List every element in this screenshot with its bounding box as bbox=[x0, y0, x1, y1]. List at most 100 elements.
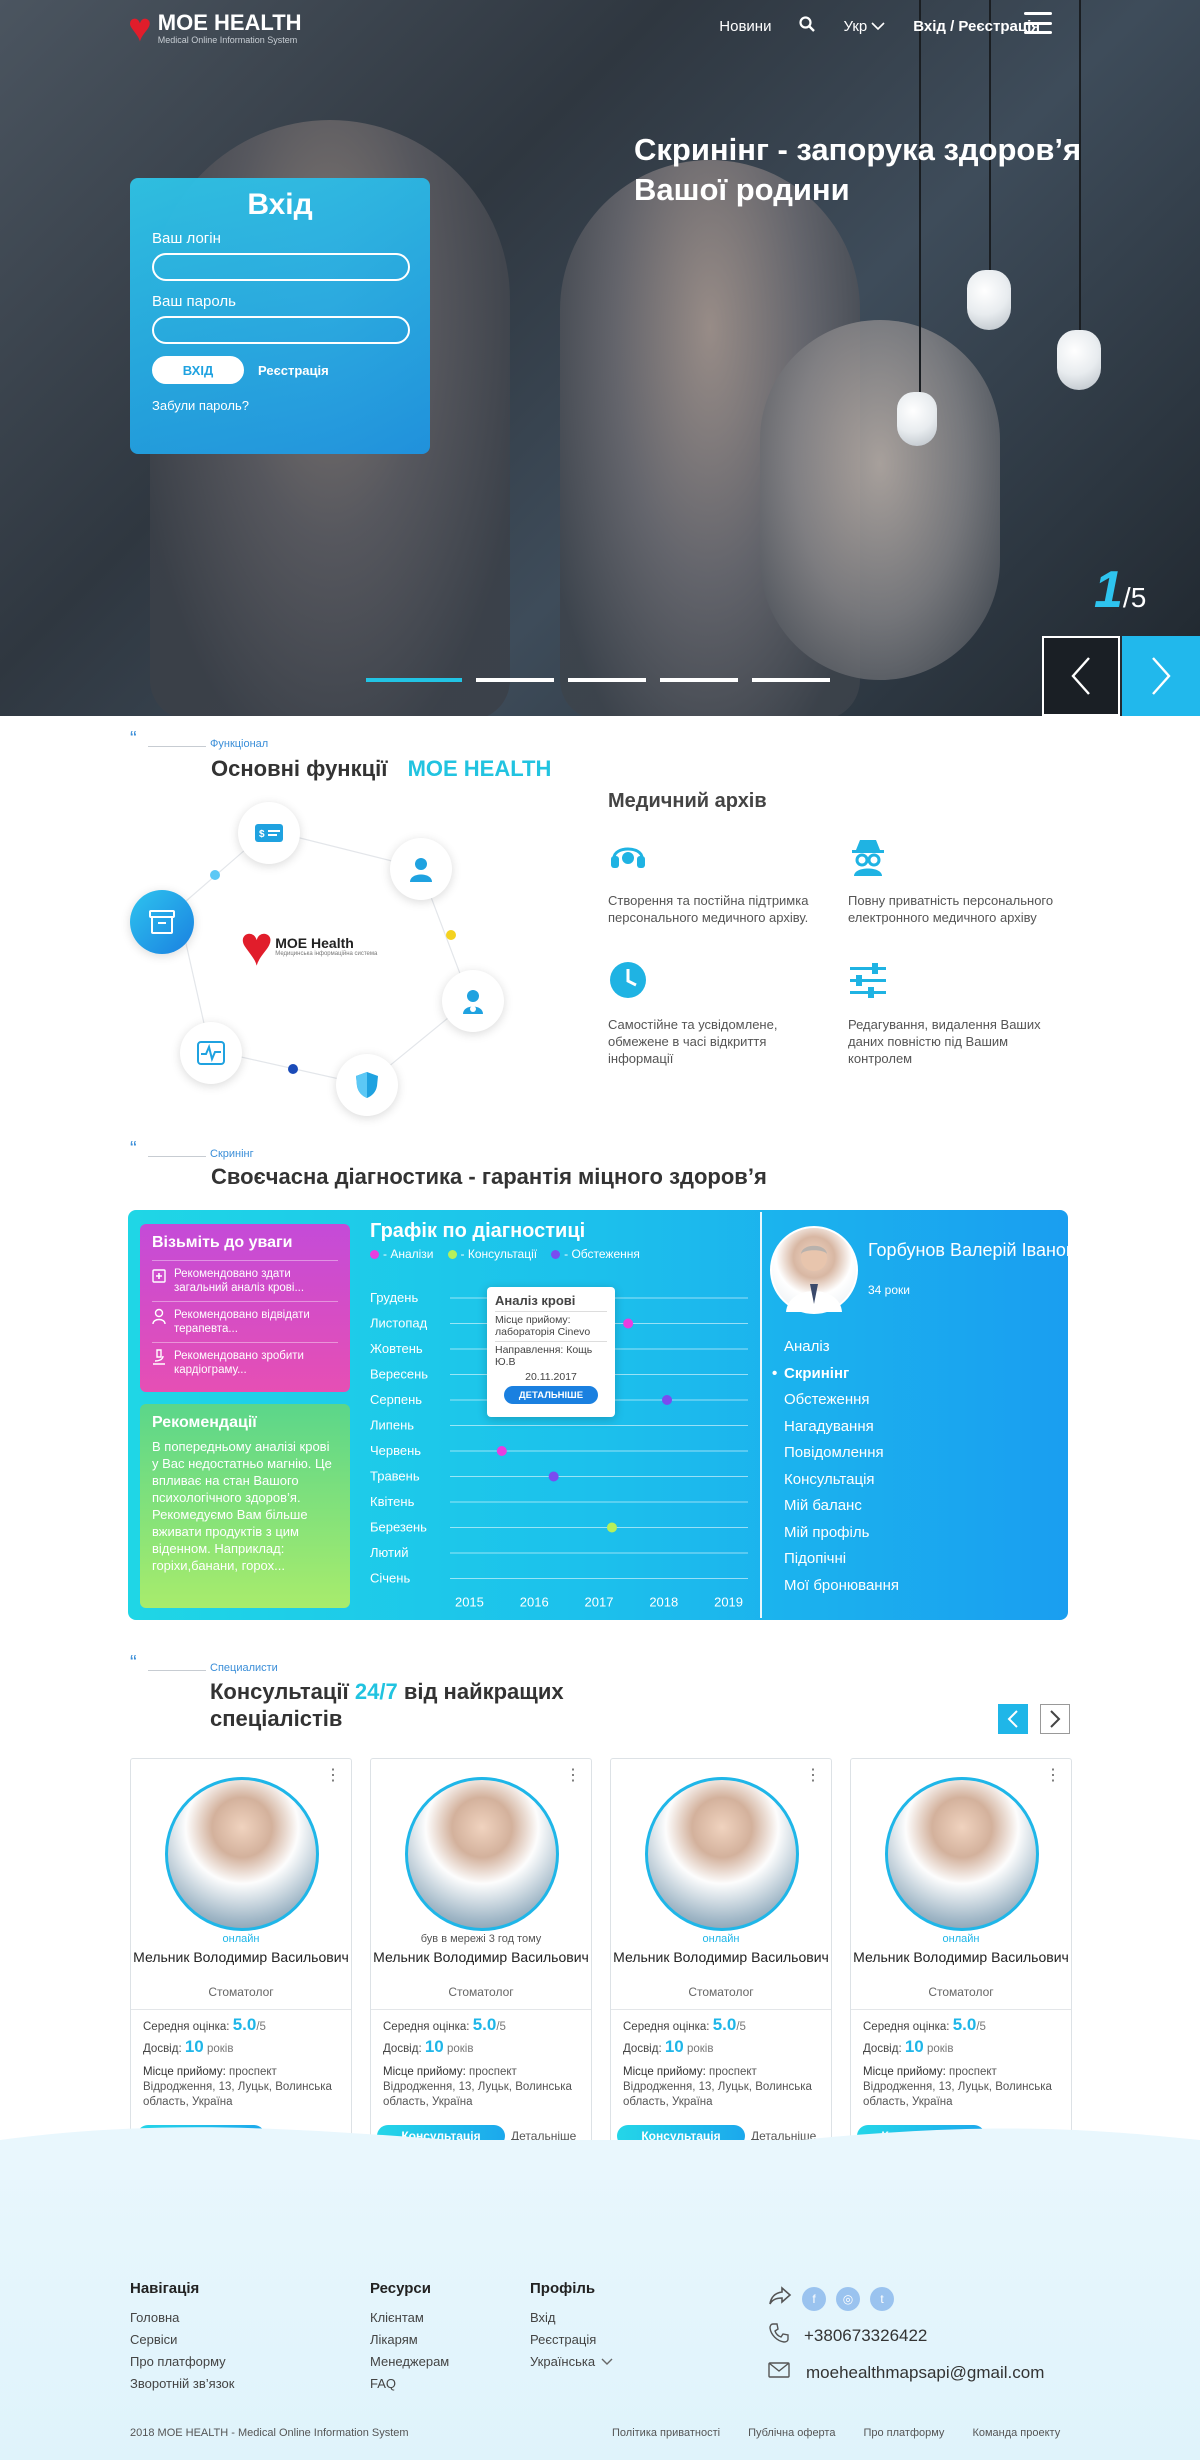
slider-prev-button[interactable] bbox=[1042, 636, 1120, 716]
attention-item[interactable]: Рекомендовано відвідати терапевта... bbox=[152, 1301, 338, 1342]
avatar[interactable] bbox=[885, 1777, 1039, 1931]
slider-next-button[interactable] bbox=[1122, 636, 1200, 716]
rating-max: /5 bbox=[496, 2021, 506, 2033]
experience-value: 10 bbox=[424, 2037, 444, 2056]
footer-link[interactable]: Сервіси bbox=[130, 2329, 234, 2351]
slider-dot[interactable] bbox=[366, 678, 462, 682]
project-team-link[interactable]: Команда проекту bbox=[972, 2427, 1060, 2439]
panel-divider bbox=[760, 1212, 762, 1618]
x-tick-label: 2016 bbox=[520, 1595, 549, 1610]
tooltip-details-button[interactable]: ДЕТАЛЬНІШЕ bbox=[504, 1386, 598, 1404]
attention-item[interactable]: Рекомендовано зробити кардіограму... bbox=[152, 1342, 338, 1383]
phone-icon bbox=[768, 2322, 790, 2349]
cabinet-menu: Аналіз Скринінг Обстеження Нагадування П… bbox=[772, 1334, 899, 1600]
slider-dot[interactable] bbox=[568, 678, 646, 682]
experience-row: Досвід: 10 років bbox=[383, 2037, 473, 2057]
footer-language-select[interactable]: Українська bbox=[530, 2351, 613, 2373]
sliders-icon bbox=[848, 960, 1068, 1008]
user-icon[interactable] bbox=[390, 838, 452, 900]
nav-news-link[interactable]: Новини bbox=[719, 18, 771, 35]
menu-item-messages[interactable]: Повідомлення bbox=[784, 1440, 899, 1467]
email-address[interactable]: moehealthmapsapi@gmail.com bbox=[806, 2363, 1044, 2383]
footer-link[interactable]: Зворотній зв’язок bbox=[130, 2373, 234, 2395]
legend-swatch bbox=[447, 1249, 457, 1259]
recommendations-title: Рекомендації bbox=[152, 1414, 257, 1431]
carousel-next-button[interactable] bbox=[1040, 1704, 1070, 1734]
footer-link[interactable]: Лікарям bbox=[370, 2329, 449, 2351]
phone-number[interactable]: +380673326422 bbox=[804, 2326, 927, 2346]
about-platform-link[interactable]: Про платформу bbox=[863, 2427, 944, 2439]
login-submit-button[interactable]: ВХІД bbox=[152, 356, 244, 384]
menu-item-reminders[interactable]: Нагадування bbox=[784, 1414, 899, 1441]
specialist-name[interactable]: Мельник Володимир Васильович bbox=[611, 1949, 831, 1965]
language-select[interactable]: Укр bbox=[843, 18, 885, 35]
avatar[interactable] bbox=[645, 1777, 799, 1931]
slider-dot[interactable] bbox=[476, 678, 554, 682]
more-options-icon[interactable]: ⋮ bbox=[1045, 1765, 1061, 1785]
register-link[interactable]: Реєстрація bbox=[258, 363, 329, 378]
lamp-bulb bbox=[1057, 330, 1101, 390]
menu-item-examination[interactable]: Обстеження bbox=[784, 1387, 899, 1414]
carousel-prev-button[interactable] bbox=[998, 1704, 1028, 1734]
more-options-icon[interactable]: ⋮ bbox=[325, 1765, 341, 1785]
y-tick-label: Листопад bbox=[370, 1316, 428, 1331]
chevron-left-icon bbox=[1007, 1710, 1018, 1728]
twitter-icon[interactable]: t bbox=[870, 2286, 894, 2311]
instagram-icon[interactable]: ◎ bbox=[836, 2286, 860, 2311]
legend-item[interactable]: - Консультації bbox=[447, 1247, 537, 1261]
attention-text: Рекомендовано зробити кардіограму... bbox=[174, 1350, 304, 1376]
footer-link[interactable]: Головна bbox=[130, 2307, 234, 2329]
privacy-policy-link[interactable]: Політика приватності bbox=[612, 2427, 720, 2439]
tooltip-direction: Направлення: Кощь Ю.В bbox=[495, 1341, 607, 1368]
chart-point[interactable] bbox=[662, 1395, 673, 1405]
footer-link[interactable]: Реєстрація bbox=[530, 2329, 613, 2351]
menu-item-wards[interactable]: Підопічні bbox=[784, 1546, 899, 1573]
rating-label: Середня оцінка: bbox=[623, 2021, 710, 2033]
menu-item-profile[interactable]: Мій профіль bbox=[784, 1520, 899, 1547]
section-title-accent: MOE HEALTH bbox=[407, 756, 552, 781]
slider-dot[interactable] bbox=[660, 678, 738, 682]
public-offer-link[interactable]: Публічна оферта bbox=[748, 2427, 835, 2439]
avatar[interactable] bbox=[770, 1226, 858, 1314]
avatar[interactable] bbox=[165, 1777, 319, 1931]
shield-icon[interactable] bbox=[336, 1054, 398, 1116]
footer-link[interactable]: Про платформу bbox=[130, 2351, 234, 2373]
more-options-icon[interactable]: ⋮ bbox=[805, 1765, 821, 1785]
card-divider bbox=[851, 2009, 1071, 2010]
footer-link[interactable]: Менеджерам bbox=[370, 2351, 449, 2373]
forgot-password-link[interactable]: Забули пароль? bbox=[152, 398, 408, 413]
legend-item[interactable]: - Аналізи bbox=[370, 1247, 434, 1261]
payment-icon[interactable]: $ bbox=[238, 802, 300, 864]
chart-point[interactable] bbox=[548, 1471, 559, 1482]
password-input[interactable] bbox=[152, 316, 410, 344]
menu-item-bookings[interactable]: Мої бронювання bbox=[784, 1573, 899, 1600]
menu-item-screening[interactable]: Скринінг bbox=[772, 1361, 899, 1388]
login-register-link[interactable]: Вхід / Реєстрація bbox=[913, 18, 1040, 35]
hamburger-menu-icon[interactable] bbox=[1024, 12, 1052, 34]
logo[interactable]: ♥ MOE HEALTH Medical Online Information … bbox=[128, 8, 302, 48]
heartbeat-icon[interactable] bbox=[180, 1022, 242, 1084]
search-icon[interactable] bbox=[799, 16, 816, 36]
footer-link[interactable]: Вхід bbox=[530, 2307, 613, 2329]
archive-icon[interactable] bbox=[130, 890, 194, 954]
login-input[interactable] bbox=[152, 253, 410, 281]
legend-item[interactable]: - Обстеження bbox=[551, 1247, 640, 1261]
chart-point[interactable] bbox=[623, 1318, 634, 1329]
share-icon[interactable] bbox=[768, 2286, 792, 2311]
footer-link[interactable]: Клієнтам bbox=[370, 2307, 449, 2329]
specialist-name[interactable]: Мельник Володимир Васильович bbox=[131, 1949, 351, 1965]
facebook-icon[interactable]: f bbox=[802, 2286, 826, 2311]
menu-item-analysis[interactable]: Аналіз bbox=[784, 1334, 899, 1361]
specialist-name[interactable]: Мельник Володимир Васильович bbox=[371, 1949, 591, 1965]
doctor-icon[interactable] bbox=[442, 970, 504, 1032]
slider-dot[interactable] bbox=[752, 678, 830, 682]
chart-point[interactable] bbox=[496, 1446, 507, 1456]
chart-point[interactable] bbox=[606, 1522, 617, 1533]
more-options-icon[interactable]: ⋮ bbox=[565, 1765, 581, 1785]
attention-item[interactable]: Рекомендовано здати загальний аналіз кро… bbox=[152, 1260, 338, 1301]
menu-item-consultation[interactable]: Консультація bbox=[784, 1467, 899, 1494]
avatar[interactable] bbox=[405, 1777, 559, 1931]
specialist-name[interactable]: Мельник Володимир Васильович bbox=[851, 1949, 1071, 1965]
menu-item-balance[interactable]: Мій баланс bbox=[784, 1493, 899, 1520]
footer-link[interactable]: FAQ bbox=[370, 2373, 449, 2395]
